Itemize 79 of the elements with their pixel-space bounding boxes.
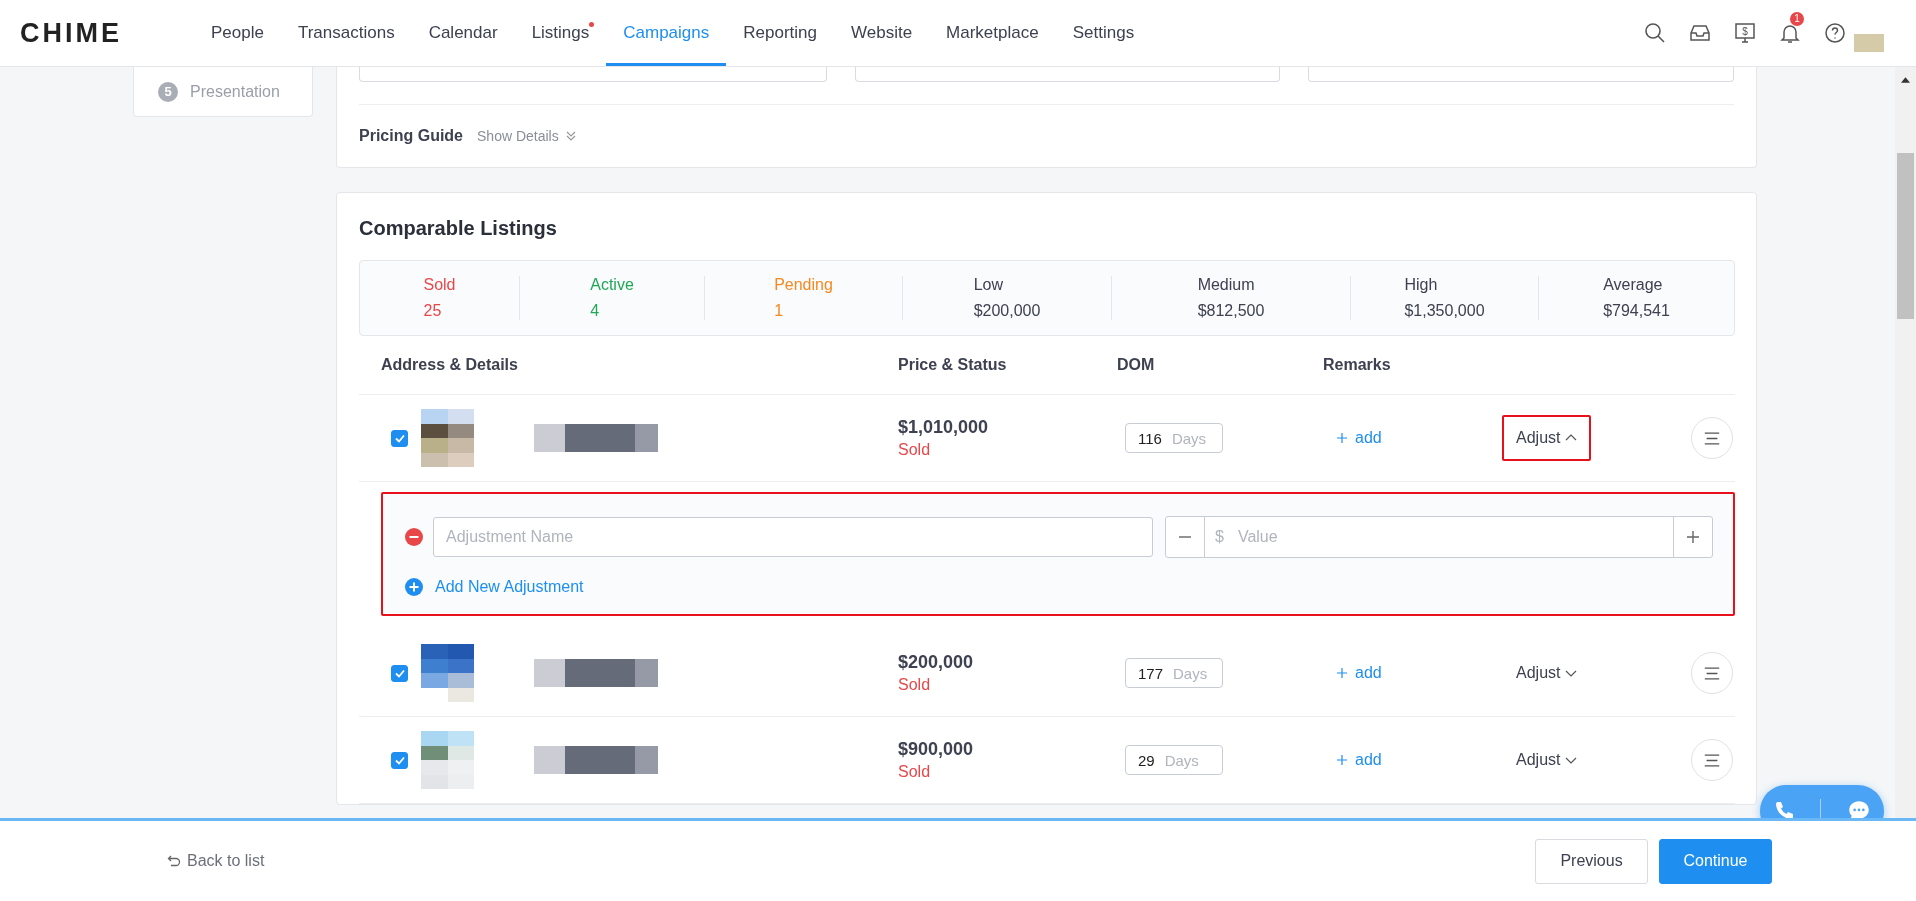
stat-label: Sold xyxy=(423,276,456,294)
nav-tab[interactable]: Website xyxy=(834,0,930,66)
checkbox[interactable] xyxy=(391,664,408,682)
section-title: Comparable Listings xyxy=(359,217,558,240)
adjust-dropdown[interactable]: Adjust xyxy=(1502,650,1592,696)
menu-icon xyxy=(1703,666,1721,680)
value-input[interactable]: Value xyxy=(1223,528,1673,546)
stat-value: $200,000 xyxy=(973,302,1041,320)
plus-circle-icon xyxy=(405,578,423,596)
menu-button[interactable] xyxy=(1691,417,1733,459)
stat-value: $1,350,000 xyxy=(1404,302,1485,320)
menu-button[interactable] xyxy=(1691,739,1733,781)
menu-button[interactable] xyxy=(1691,652,1733,694)
add-remark-link[interactable]: add xyxy=(1336,429,1382,447)
help-icon[interactable] xyxy=(1823,21,1847,45)
currency-symbol: $ xyxy=(1215,528,1224,546)
return-arrow-icon xyxy=(167,854,181,868)
menu-icon xyxy=(1703,753,1721,767)
adjust-dropdown[interactable]: Adjust xyxy=(1502,415,1592,461)
column-header: DOM xyxy=(1117,356,1156,374)
stat-label: Average xyxy=(1603,276,1664,294)
nav-tab[interactable]: Marketplace xyxy=(929,0,1056,66)
stat-label: Medium xyxy=(1197,276,1256,294)
previous-button[interactable]: Previous xyxy=(1535,838,1648,884)
days-on-market-field[interactable]: 29 Days xyxy=(1125,745,1223,775)
stat-label: High xyxy=(1404,276,1439,294)
adjustment-name-field[interactable]: Adjustment Name xyxy=(433,517,1153,557)
days-on-market-field[interactable]: 116 Days xyxy=(1125,423,1223,453)
back-link[interactable]: Back to list xyxy=(167,852,265,870)
add-remark-link[interactable]: add xyxy=(1336,751,1382,769)
step-number: 5 xyxy=(158,81,178,102)
double-chevron-icon xyxy=(564,130,577,142)
stat-label: Pending xyxy=(774,276,833,294)
scrollbar-thumb[interactable] xyxy=(1897,153,1914,319)
nav-tab[interactable]: People xyxy=(194,0,281,66)
nav-tab[interactable]: Listings xyxy=(514,0,607,66)
column-header: Price & Status xyxy=(898,356,1008,374)
checkmark-icon xyxy=(393,432,406,444)
plus-icon xyxy=(1336,432,1348,444)
nav-tab[interactable]: Settings xyxy=(1055,0,1152,66)
adjust-dropdown[interactable]: Adjust xyxy=(1502,737,1592,783)
checkbox[interactable] xyxy=(391,751,408,769)
logo[interactable]: CHIME xyxy=(20,17,137,49)
search-icon[interactable] xyxy=(1643,21,1667,45)
price: $1,010,000 xyxy=(898,417,990,438)
stat-label: Low xyxy=(973,276,1004,294)
price: $900,000 xyxy=(898,739,975,760)
photo-placeholder xyxy=(421,409,474,467)
stat-value: 4 xyxy=(590,302,601,320)
column-header: Remarks xyxy=(1323,356,1392,374)
days-on-market-field[interactable]: 177 Days xyxy=(1125,658,1223,688)
photo-placeholder xyxy=(421,644,474,702)
checkmark-icon xyxy=(393,754,406,766)
add-remark-link[interactable]: add xyxy=(1336,664,1382,682)
plus-icon xyxy=(1686,530,1700,544)
remove-icon[interactable] xyxy=(405,528,423,546)
plus-icon xyxy=(1336,754,1348,766)
scroll-up-arrow-icon[interactable] xyxy=(1901,77,1910,83)
stat-value: $794,541 xyxy=(1603,302,1670,320)
nav-tab[interactable]: Reporting xyxy=(726,0,834,66)
nav-tab[interactable]: Transactions xyxy=(280,0,412,66)
notification-badge: 1 xyxy=(1790,12,1804,26)
price: $200,000 xyxy=(898,652,975,673)
photo-placeholder xyxy=(421,731,474,789)
stat-value: $812,500 xyxy=(1197,302,1265,320)
status-label: Sold xyxy=(898,441,932,459)
stat-value: 25 xyxy=(423,302,443,320)
column-header: Address & Details xyxy=(381,356,519,374)
status-label: Sold xyxy=(898,676,932,694)
scrollbar[interactable] xyxy=(1895,67,1916,818)
checkbox[interactable] xyxy=(391,429,408,447)
menu-icon xyxy=(1703,431,1721,445)
checkmark-icon xyxy=(393,667,406,679)
stat-value: 1 xyxy=(774,302,785,320)
status-label: Sold xyxy=(898,763,932,781)
section-label: Pricing Guide xyxy=(359,127,463,145)
plus-icon xyxy=(1336,667,1348,679)
stat-label: Active xyxy=(590,276,634,294)
nav-tab[interactable]: Calendar xyxy=(411,0,515,66)
